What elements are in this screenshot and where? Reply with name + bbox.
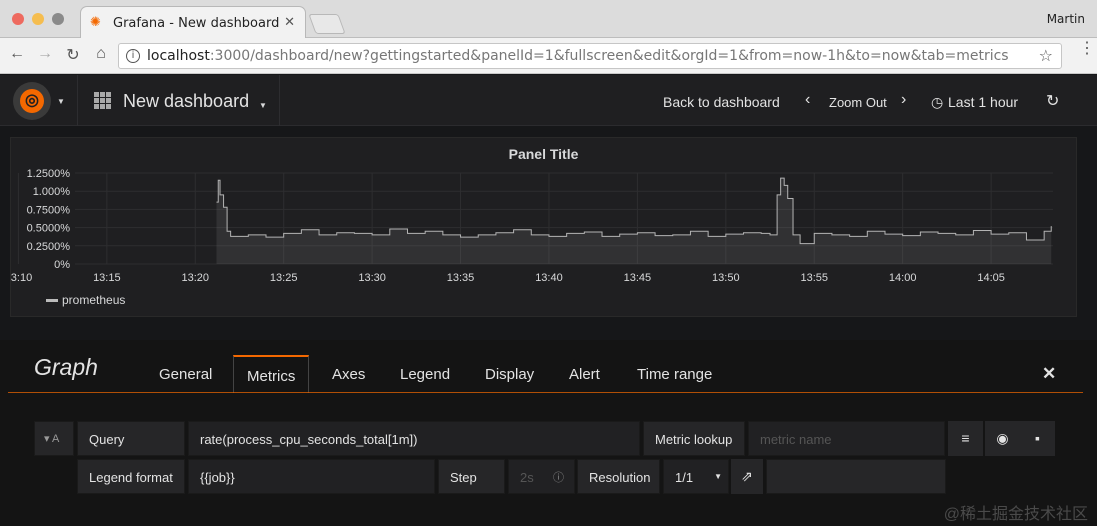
dashboard-title[interactable]: New dashboard bbox=[123, 91, 249, 112]
x-tick-label: 13:25 bbox=[270, 272, 298, 284]
logo-caret-icon[interactable]: ▼ bbox=[57, 97, 65, 106]
step-input[interactable]: 2s ⓘ bbox=[508, 459, 575, 494]
editor-title: Graph bbox=[34, 354, 98, 380]
browser-tab[interactable]: ✺ Grafana - New dashboard ✕ bbox=[80, 6, 306, 38]
browser-tab-bar: ✺ Grafana - New dashboard ✕ Martin bbox=[0, 0, 1097, 38]
browser-tab-title: Grafana - New dashboard bbox=[113, 16, 280, 31]
resolution-label: Resolution bbox=[577, 459, 660, 494]
toggle-visibility-eye-icon[interactable]: ◉ bbox=[985, 421, 1020, 456]
browser-user-name[interactable]: Martin bbox=[1047, 12, 1085, 26]
grafana-favicon-icon: ✺ bbox=[90, 15, 101, 30]
tab-alert[interactable]: Alert bbox=[569, 366, 600, 383]
navbar-divider bbox=[77, 75, 78, 126]
tab-underline bbox=[8, 392, 1083, 393]
y-tick-label: 1.000% bbox=[33, 186, 71, 198]
maximize-window-button[interactable] bbox=[52, 13, 64, 25]
resolution-select[interactable]: 1/1 ▼ bbox=[663, 459, 729, 494]
y-tick-label: 0.2500% bbox=[27, 241, 71, 253]
graph-panel: Panel Title 0% 0.2500% 0.5000% 0.7500% 1.000… bbox=[10, 137, 1077, 317]
clock-icon: ◷ bbox=[931, 94, 944, 110]
x-tick-label: 14:05 bbox=[977, 272, 1005, 284]
step-label: Step bbox=[438, 459, 505, 494]
x-tick-label: 13:15 bbox=[93, 272, 121, 284]
time-shift-forward-icon[interactable]: › bbox=[901, 91, 906, 109]
query-ref-toggle[interactable]: ▾ A bbox=[34, 421, 74, 456]
new-tab-button[interactable] bbox=[308, 14, 346, 34]
close-editor-icon[interactable]: ✕ bbox=[1042, 364, 1056, 384]
tab-display[interactable]: Display bbox=[485, 366, 534, 383]
x-tick-label: 13:20 bbox=[181, 272, 209, 284]
query-input[interactable]: rate(process_cpu_seconds_total[1m]) bbox=[188, 421, 640, 456]
legend-label: prometheus bbox=[62, 293, 126, 307]
x-tick-label: 14:00 bbox=[889, 272, 917, 284]
minimize-window-button[interactable] bbox=[32, 13, 44, 25]
tab-close-icon[interactable]: ✕ bbox=[284, 15, 295, 30]
panel-editor: Graph General Metrics Axes Legend Displa… bbox=[0, 340, 1097, 526]
resolution-caret-icon: ▼ bbox=[714, 472, 722, 481]
open-external-icon[interactable]: ⇗ bbox=[731, 459, 763, 494]
query-menu-icon[interactable]: ≡ bbox=[948, 421, 983, 456]
x-tick-label: 13:50 bbox=[712, 272, 740, 284]
y-tick-label: 0.7500% bbox=[27, 204, 71, 216]
metric-name-input[interactable]: metric name bbox=[748, 421, 945, 456]
x-tick-label: 13:45 bbox=[624, 272, 652, 284]
step-placeholder: 2s bbox=[520, 470, 534, 485]
dashboard-caret-icon[interactable]: ▼ bbox=[259, 101, 267, 110]
dashboard-grid-icon bbox=[94, 92, 111, 109]
metric-lookup-label: Metric lookup bbox=[643, 421, 745, 456]
tab-general[interactable]: General bbox=[159, 366, 212, 383]
step-info-icon[interactable]: ⓘ bbox=[553, 469, 564, 485]
tab-metrics[interactable]: Metrics bbox=[233, 355, 310, 393]
x-tick-label: 13:40 bbox=[535, 272, 563, 284]
time-shift-back-icon[interactable]: ‹ bbox=[805, 91, 810, 109]
address-bar[interactable]: i localhost:3000/dashboard/new?gettingst… bbox=[118, 43, 1062, 69]
browser-toolbar: ← → ↻ ⌂ i localhost:3000/dashboard/new?g… bbox=[0, 38, 1097, 74]
graph-chart: 0% 0.2500% 0.5000% 0.7500% 1.000% 1.2500% 13:1… bbox=[11, 168, 1053, 284]
tab-legend[interactable]: Legend bbox=[400, 366, 450, 383]
back-to-dashboard-button[interactable]: Back to dashboard bbox=[663, 94, 780, 110]
url-path: :3000/dashboard/new?gettingstarted&panel… bbox=[209, 48, 1009, 64]
navbar-divider bbox=[279, 75, 280, 126]
tab-time-range[interactable]: Time range bbox=[637, 366, 712, 383]
x-tick-label: 13:30 bbox=[358, 272, 386, 284]
home-icon[interactable]: ⌂ bbox=[90, 45, 112, 63]
query-row-filler bbox=[766, 459, 946, 494]
legend-swatch bbox=[46, 299, 58, 303]
resolution-value: 1/1 bbox=[675, 470, 694, 485]
back-arrow-icon[interactable]: ← bbox=[6, 45, 28, 63]
forward-arrow-icon[interactable]: → bbox=[34, 45, 56, 63]
y-tick-label: 1.2500% bbox=[27, 168, 71, 180]
legend-item[interactable]: prometheus bbox=[46, 293, 125, 307]
legend-format-label: Legend format bbox=[77, 459, 185, 494]
query-label: Query bbox=[77, 421, 185, 456]
x-tick-label: 13:55 bbox=[800, 272, 828, 284]
time-picker-button[interactable]: Last 1 hour bbox=[948, 94, 1018, 110]
reload-icon[interactable]: ↻ bbox=[62, 45, 84, 65]
browser-menu-icon[interactable]: ⋮ bbox=[1079, 41, 1095, 57]
info-icon[interactable]: i bbox=[126, 49, 140, 63]
close-window-button[interactable] bbox=[12, 13, 24, 25]
bookmark-star-icon[interactable]: ☆ bbox=[1039, 46, 1053, 65]
legend-format-input[interactable]: {{job}} bbox=[188, 459, 435, 494]
delete-query-trash-icon[interactable]: ▪ bbox=[1020, 421, 1055, 456]
url-host: localhost bbox=[147, 48, 210, 64]
x-tick-label: 13:10 bbox=[11, 272, 32, 284]
y-tick-label: 0% bbox=[54, 259, 70, 271]
refresh-icon[interactable]: ↻ bbox=[1046, 91, 1059, 111]
grafana-navbar: ◎ ▼ New dashboard ▼ Back to dashboard ‹ … bbox=[0, 75, 1097, 126]
watermark-text: @稀土掘金技术社区 bbox=[943, 506, 1088, 523]
grafana-logo-icon[interactable]: ◎ bbox=[13, 82, 51, 120]
y-tick-label: 0.5000% bbox=[27, 223, 71, 235]
x-tick-label: 13:35 bbox=[447, 272, 475, 284]
zoom-out-button[interactable]: Zoom Out bbox=[829, 95, 887, 110]
tab-axes[interactable]: Axes bbox=[332, 366, 365, 383]
query-ref-id: A bbox=[51, 433, 60, 445]
